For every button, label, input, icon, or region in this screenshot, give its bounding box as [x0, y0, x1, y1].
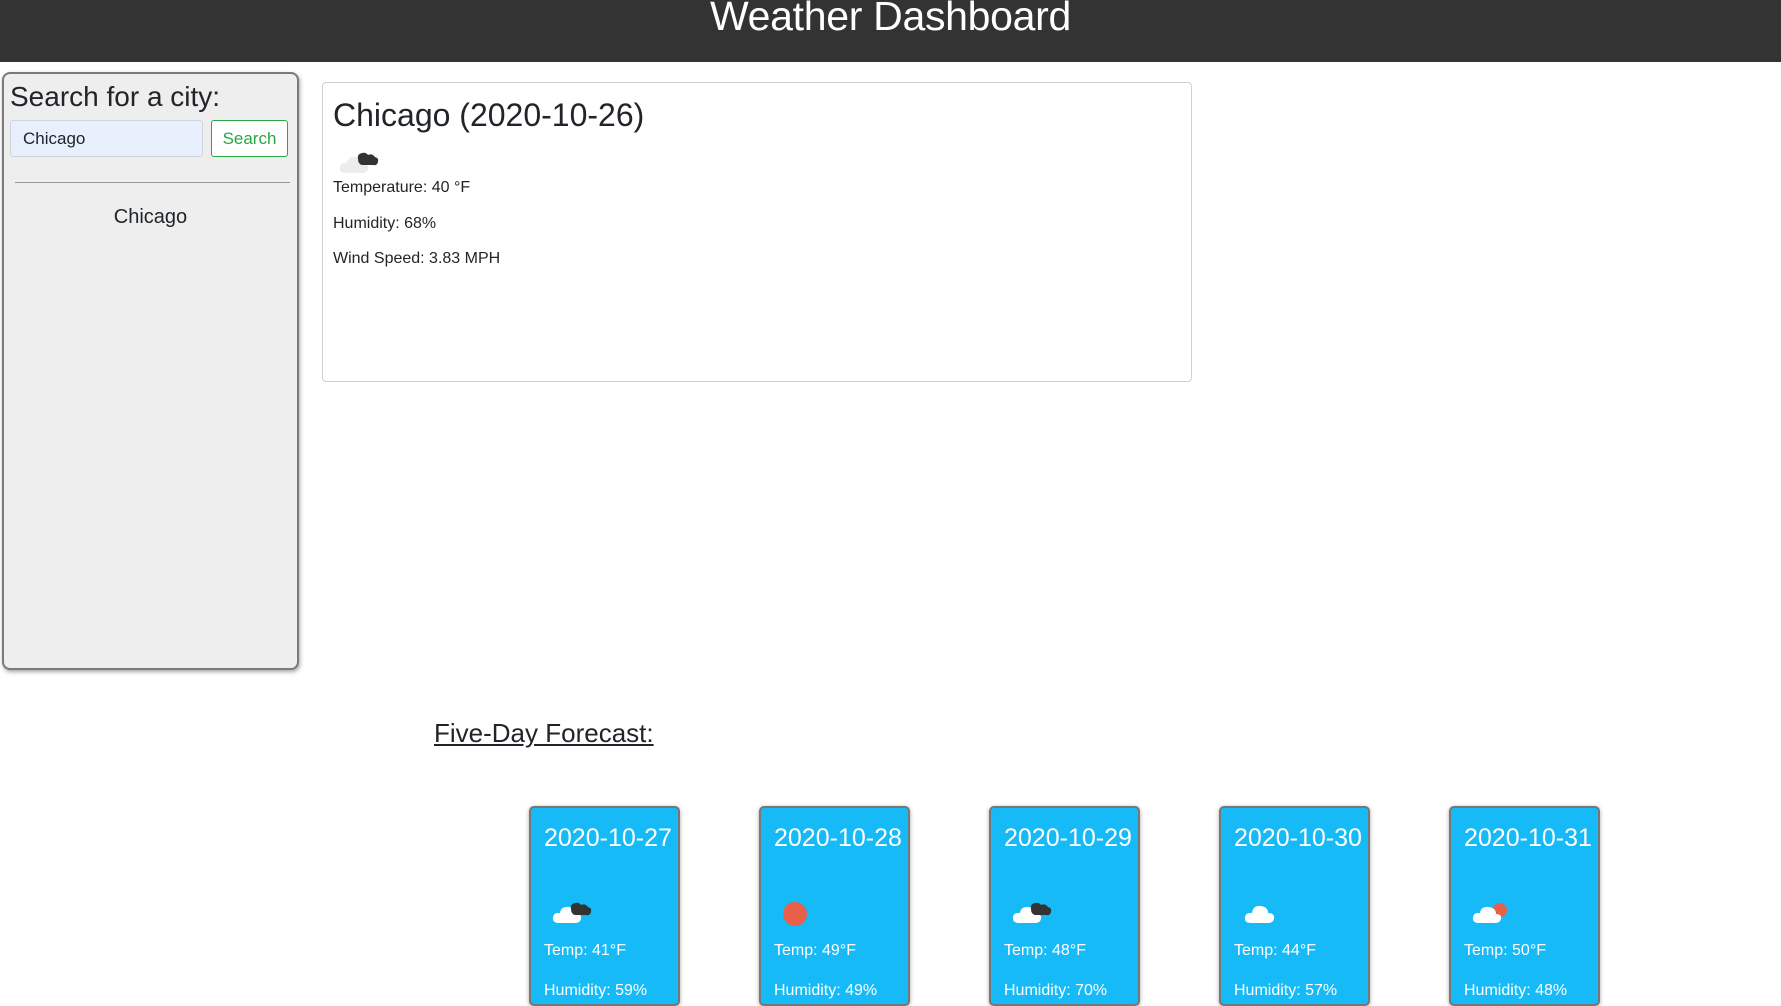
- current-humidity: Humidity: 68%: [333, 215, 437, 232]
- current-city-title: Chicago (2020-10-26): [333, 97, 645, 133]
- city-search-input[interactable]: [10, 120, 203, 157]
- forecast-temp: Temp: 48°F: [1004, 942, 1086, 959]
- forecast-temp: Temp: 50°F: [1464, 942, 1546, 959]
- forecast-temp: Temp: 49°F: [774, 942, 856, 959]
- forecast-humidity: Humidity: 70%: [1004, 982, 1108, 999]
- forecast-card: 2020-10-29 Temp: 48°F Humidity: 70%: [989, 806, 1140, 1006]
- search-heading: Search for a city:: [10, 81, 221, 112]
- forecast-card: 2020-10-27 Temp: 41°F Humidity: 59%: [529, 806, 680, 1006]
- search-sidebar: Search for a city: Search Chicago: [2, 72, 299, 670]
- page-title: Weather Dashboard: [709, 0, 1072, 39]
- search-button[interactable]: Search: [211, 120, 288, 157]
- forecast-date: 2020-10-31: [1464, 824, 1592, 852]
- forecast-card: 2020-10-30 Temp: 44°F Humidity: 57%: [1219, 806, 1370, 1006]
- forecast-humidity: Humidity: 48%: [1464, 982, 1568, 999]
- forecast-date: 2020-10-30: [1234, 824, 1362, 852]
- broken-clouds-icon: [552, 902, 592, 923]
- header: Weather Dashboard: [0, 0, 1781, 62]
- cloud-icon: [1244, 905, 1275, 923]
- forecast-temp: Temp: 41°F: [544, 942, 626, 959]
- forecast-card: 2020-10-31 Temp: 50°F Humidity: 48%: [1449, 806, 1600, 1006]
- current-wind-speed: Wind Speed: 3.83 MPH: [333, 250, 501, 267]
- forecast-date: 2020-10-27: [544, 824, 672, 852]
- forecast-date: 2020-10-28: [774, 824, 902, 852]
- current-weather-card: Chicago (2020-10-26) Temperature: 40 °F …: [322, 82, 1192, 382]
- broken-clouds-icon: [1012, 902, 1052, 923]
- broken-clouds-icon: [339, 152, 379, 173]
- forecast-humidity: Humidity: 49%: [774, 982, 878, 999]
- forecast-humidity: Humidity: 57%: [1234, 982, 1338, 999]
- forecast-card: 2020-10-28 Temp: 49°F Humidity: 49%: [759, 806, 910, 1006]
- forecast-heading: Five-Day Forecast:: [434, 718, 654, 748]
- sidebar-divider: [15, 182, 290, 183]
- current-temperature: Temperature: 40 °F: [333, 179, 471, 196]
- clear-sky-icon: [783, 902, 807, 926]
- few-clouds-icon: [1472, 903, 1507, 923]
- forecast-humidity: Humidity: 59%: [544, 982, 648, 999]
- history-item-chicago[interactable]: Chicago: [4, 204, 297, 230]
- forecast-temp: Temp: 44°F: [1234, 942, 1316, 959]
- forecast-date: 2020-10-29: [1004, 824, 1132, 852]
